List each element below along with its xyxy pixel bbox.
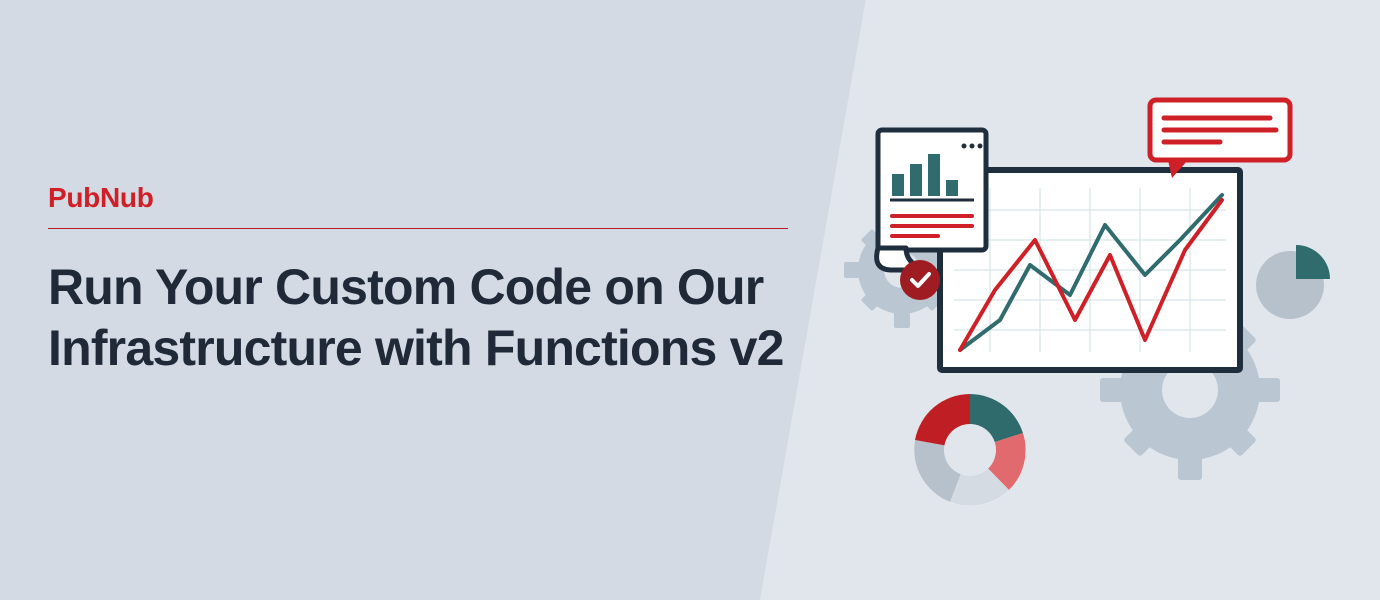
pie-chart-icon (1256, 245, 1330, 319)
page-title: Run Your Custom Code on Our Infrastructu… (48, 257, 788, 379)
divider-rule (48, 228, 788, 229)
donut-chart-icon (914, 394, 1026, 506)
brand-wordmark: PubNub (48, 182, 788, 214)
report-card-icon (877, 130, 986, 270)
hero-illustration (820, 90, 1340, 530)
speech-bubble-icon (1150, 100, 1290, 178)
hero-copy: PubNub Run Your Custom Code on Our Infra… (48, 182, 788, 379)
check-badge-icon (900, 260, 940, 300)
